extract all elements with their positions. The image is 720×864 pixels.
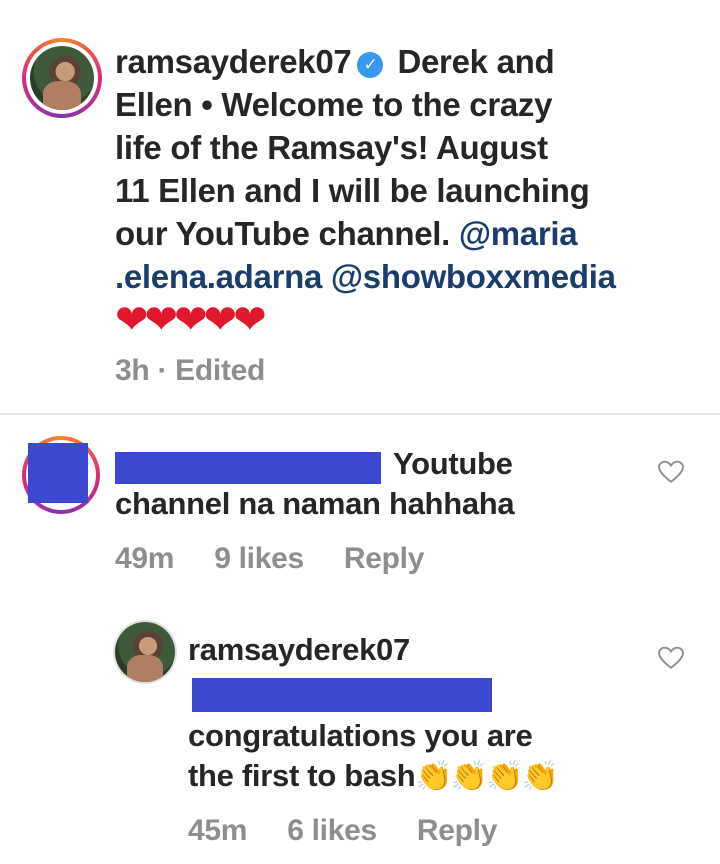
- reply1-line-2: the first to bash: [188, 758, 416, 793]
- red-hearts-emoji: ❤❤❤❤❤: [115, 298, 267, 342]
- mention-maria-elena[interactable]: @maria: [459, 215, 578, 252]
- redacted-mention: [192, 678, 492, 712]
- reply1-text: ramsayderek07: [188, 630, 688, 670]
- reply1-time: 45m: [188, 814, 248, 847]
- divider: [0, 413, 720, 415]
- comment1-line-1: Youtube: [393, 446, 513, 481]
- mention-showboxxmedia[interactable]: @showboxxmedia: [331, 258, 616, 295]
- post-meta: 3h · Edited: [115, 354, 266, 387]
- caption-line-2: Ellen • Welcome to the crazy: [115, 86, 553, 123]
- comment1-likes[interactable]: 9 likes: [214, 542, 304, 575]
- reply1-like-heart-icon[interactable]: [658, 646, 684, 670]
- comment1-line-2: channel na naman hahhaha: [115, 486, 515, 521]
- verified-badge-icon: ✓: [357, 52, 384, 78]
- caption-line-3: life of the Ramsay's! August: [115, 129, 548, 166]
- comment1-like-heart-icon[interactable]: [658, 460, 684, 484]
- post-caption: ramsayderek07 ✓ Derek and Ellen • Welcome …: [115, 40, 695, 342]
- reply1-line-1: congratulations you are: [188, 718, 533, 753]
- caption-line-4: 11 Ellen and I will be launching: [115, 172, 590, 209]
- post-username[interactable]: ramsayderek07: [115, 43, 352, 80]
- reply1-reply-button[interactable]: Reply: [417, 814, 498, 847]
- caption-line-5: our YouTube channel.: [115, 215, 459, 252]
- comment1-reply-button[interactable]: Reply: [344, 542, 425, 575]
- reply1-avatar[interactable]: [115, 622, 175, 682]
- reply1-body: congratulations you are the first to bas…: [188, 716, 688, 797]
- comment1-text: Youtube channel na naman hahhaha: [115, 444, 675, 524]
- post-avatar-ring[interactable]: [22, 38, 102, 118]
- reply1-username[interactable]: ramsayderek07: [188, 630, 688, 670]
- caption-line-1: Derek and: [397, 43, 555, 80]
- comment1-time: 49m: [115, 542, 175, 575]
- comment1-meta: 49m 9 likes Reply: [115, 542, 424, 576]
- redacted-avatar: [28, 443, 88, 503]
- reply1-meta: 45m 6 likes Reply: [188, 814, 497, 848]
- mention-maria-elena-cont[interactable]: .elena.adarna: [115, 258, 322, 295]
- reply1-likes[interactable]: 6 likes: [287, 814, 377, 847]
- clapping-hands-emoji: 👏👏👏👏: [415, 760, 558, 793]
- post-avatar: [30, 46, 94, 110]
